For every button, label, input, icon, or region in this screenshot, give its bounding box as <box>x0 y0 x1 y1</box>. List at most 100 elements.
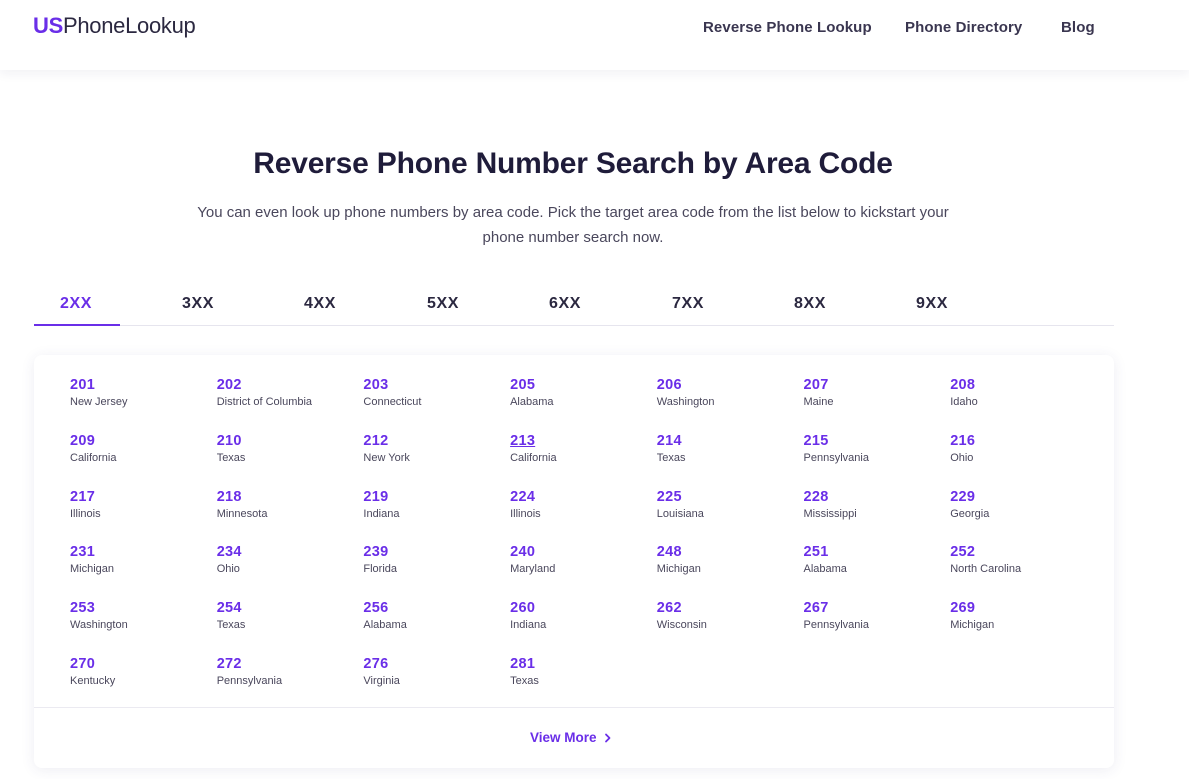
area-code-item: 228 Mississippi <box>804 488 944 520</box>
area-code-link[interactable]: 239 <box>363 544 388 560</box>
area-code-item: 231 Michigan <box>70 543 210 575</box>
area-code-link[interactable]: 269 <box>950 600 975 616</box>
area-code-item: 256 Alabama <box>363 599 503 631</box>
area-code-state: Georgia <box>950 507 990 520</box>
area-code-item: 281 Texas <box>510 655 650 687</box>
area-code-item: 253 Washington <box>70 599 210 631</box>
area-code-link[interactable]: 216 <box>950 433 975 449</box>
area-code-state: North Carolina <box>950 563 1022 576</box>
nav-blog[interactable]: Blog <box>1061 19 1095 36</box>
area-code-item: 276 Virginia <box>363 655 503 687</box>
area-code-link[interactable]: 267 <box>804 600 829 616</box>
area-code-card: 201 New Jersey 202 District of Columbia 203 C… <box>34 355 1114 768</box>
area-code-link[interactable]: 240 <box>510 544 535 560</box>
area-code-link[interactable]: 248 <box>657 544 682 560</box>
area-code-state: Michigan <box>656 563 701 576</box>
area-code-link[interactable]: 210 <box>217 433 242 449</box>
area-code-item: 239 Florida <box>363 543 503 575</box>
area-code-state: Pennsylvania <box>216 675 283 687</box>
area-code-link[interactable]: 228 <box>804 489 829 505</box>
area-code-state: Ohio <box>216 563 240 576</box>
area-code-link[interactable]: 206 <box>657 377 682 393</box>
area-code-link[interactable]: 203 <box>363 377 388 393</box>
area-code-item: 267 Pennsylvania <box>804 599 944 631</box>
tab-2xx[interactable]: 2XX <box>60 295 92 313</box>
tab-8xx[interactable]: 8XX <box>794 295 826 313</box>
area-code-item: 224 Illinois <box>510 488 650 520</box>
area-code-tabs: 2XX 3XX 4XX 5XX 6XX 7XX 8XX 9XX <box>34 285 1114 326</box>
area-code-link[interactable]: 252 <box>950 544 975 560</box>
area-code-link[interactable]: 260 <box>510 600 535 616</box>
tab-9xx[interactable]: 9XX <box>916 295 948 313</box>
area-code-item: 205 Alabama <box>510 376 650 408</box>
area-code-link[interactable]: 209 <box>70 433 95 449</box>
area-code-link[interactable]: 202 <box>217 377 242 393</box>
area-code-item: 215 Pennsylvania <box>804 432 944 464</box>
area-code-link[interactable]: 262 <box>657 600 682 616</box>
area-code-item: 207 Maine <box>804 376 944 408</box>
area-code-item: 203 Connecticut <box>363 376 503 408</box>
area-code-link[interactable]: 214 <box>657 433 682 449</box>
area-code-link[interactable]: 254 <box>217 600 242 616</box>
area-code-state: Texas <box>510 675 539 687</box>
area-code-grid: 201 New Jersey 202 District of Columbia 203 C… <box>70 376 1110 706</box>
area-code-link[interactable]: 225 <box>657 489 682 505</box>
area-code-link[interactable]: 205 <box>510 377 535 393</box>
area-code-state: Illinois <box>510 507 541 520</box>
area-code-link[interactable]: 256 <box>363 600 388 616</box>
area-code-state: Indiana <box>510 619 547 632</box>
active-tab-indicator <box>34 324 120 326</box>
area-code-item: 214 Texas <box>657 432 797 464</box>
area-code-link[interactable]: 219 <box>363 489 388 505</box>
area-code-state: Maine <box>803 396 834 408</box>
area-code-link[interactable]: 213 <box>510 433 535 449</box>
area-code-link[interactable]: 224 <box>510 489 535 505</box>
area-code-link[interactable]: 272 <box>217 656 242 672</box>
area-code-item: 217 Illinois <box>70 488 210 520</box>
area-code-item: 240 Maryland <box>510 543 650 575</box>
area-code-state: California <box>510 451 557 464</box>
area-code-state: New York <box>363 451 410 464</box>
area-code-link[interactable]: 281 <box>510 656 535 672</box>
logo-us: US <box>33 13 63 38</box>
area-code-link[interactable]: 270 <box>70 656 95 672</box>
area-code-link[interactable]: 208 <box>950 377 975 393</box>
area-code-link[interactable]: 201 <box>70 377 95 393</box>
area-code-link[interactable]: 253 <box>70 600 95 616</box>
view-more-button[interactable]: View More <box>530 730 613 745</box>
tab-6xx[interactable]: 6XX <box>549 295 581 313</box>
page-subtitle: You can even look up phone numbers by ar… <box>197 204 949 246</box>
area-code-link[interactable]: 234 <box>217 544 242 560</box>
tab-4xx[interactable]: 4XX <box>304 295 336 313</box>
area-code-link[interactable]: 251 <box>804 544 829 560</box>
area-code-item: 269 Michigan <box>950 599 1090 631</box>
logo-text: PhoneLookup <box>62 13 196 38</box>
area-code-link[interactable]: 229 <box>950 489 975 505</box>
area-code-link[interactable]: 276 <box>363 656 388 672</box>
area-code-link[interactable]: 212 <box>363 433 388 449</box>
area-code-link[interactable]: 217 <box>70 489 95 505</box>
tab-5xx[interactable]: 5XX <box>427 295 459 313</box>
area-code-state: Minnesota <box>216 507 268 520</box>
nav-reverse-phone-lookup[interactable]: Reverse Phone Lookup <box>703 19 872 36</box>
area-code-state: Illinois <box>70 507 101 520</box>
area-code-link[interactable]: 218 <box>217 489 242 505</box>
area-code-state: Texas <box>216 619 246 632</box>
nav-phone-directory[interactable]: Phone Directory <box>905 19 1022 36</box>
area-code-link[interactable]: 207 <box>804 377 829 393</box>
area-code-item: 212 New York <box>363 432 503 464</box>
area-code-link[interactable]: 231 <box>70 544 95 560</box>
area-code-state: Michigan <box>70 563 115 576</box>
view-more-label: View More <box>530 730 597 745</box>
area-code-item: 208 Idaho <box>950 376 1090 408</box>
area-code-item: 219 Indiana <box>363 488 503 520</box>
site-logo[interactable]: USPhoneLookup <box>33 13 196 39</box>
area-code-link[interactable]: 215 <box>804 433 829 449</box>
tab-3xx[interactable]: 3XX <box>182 295 214 313</box>
area-code-item: 260 Indiana <box>510 599 650 631</box>
area-code-item: 210 Texas <box>217 432 357 464</box>
area-code-state: Pennsylvania <box>803 451 869 464</box>
tab-7xx[interactable]: 7XX <box>672 295 704 313</box>
area-code-item: 213 California <box>510 432 650 464</box>
area-code-item: 234 Ohio <box>217 543 357 575</box>
